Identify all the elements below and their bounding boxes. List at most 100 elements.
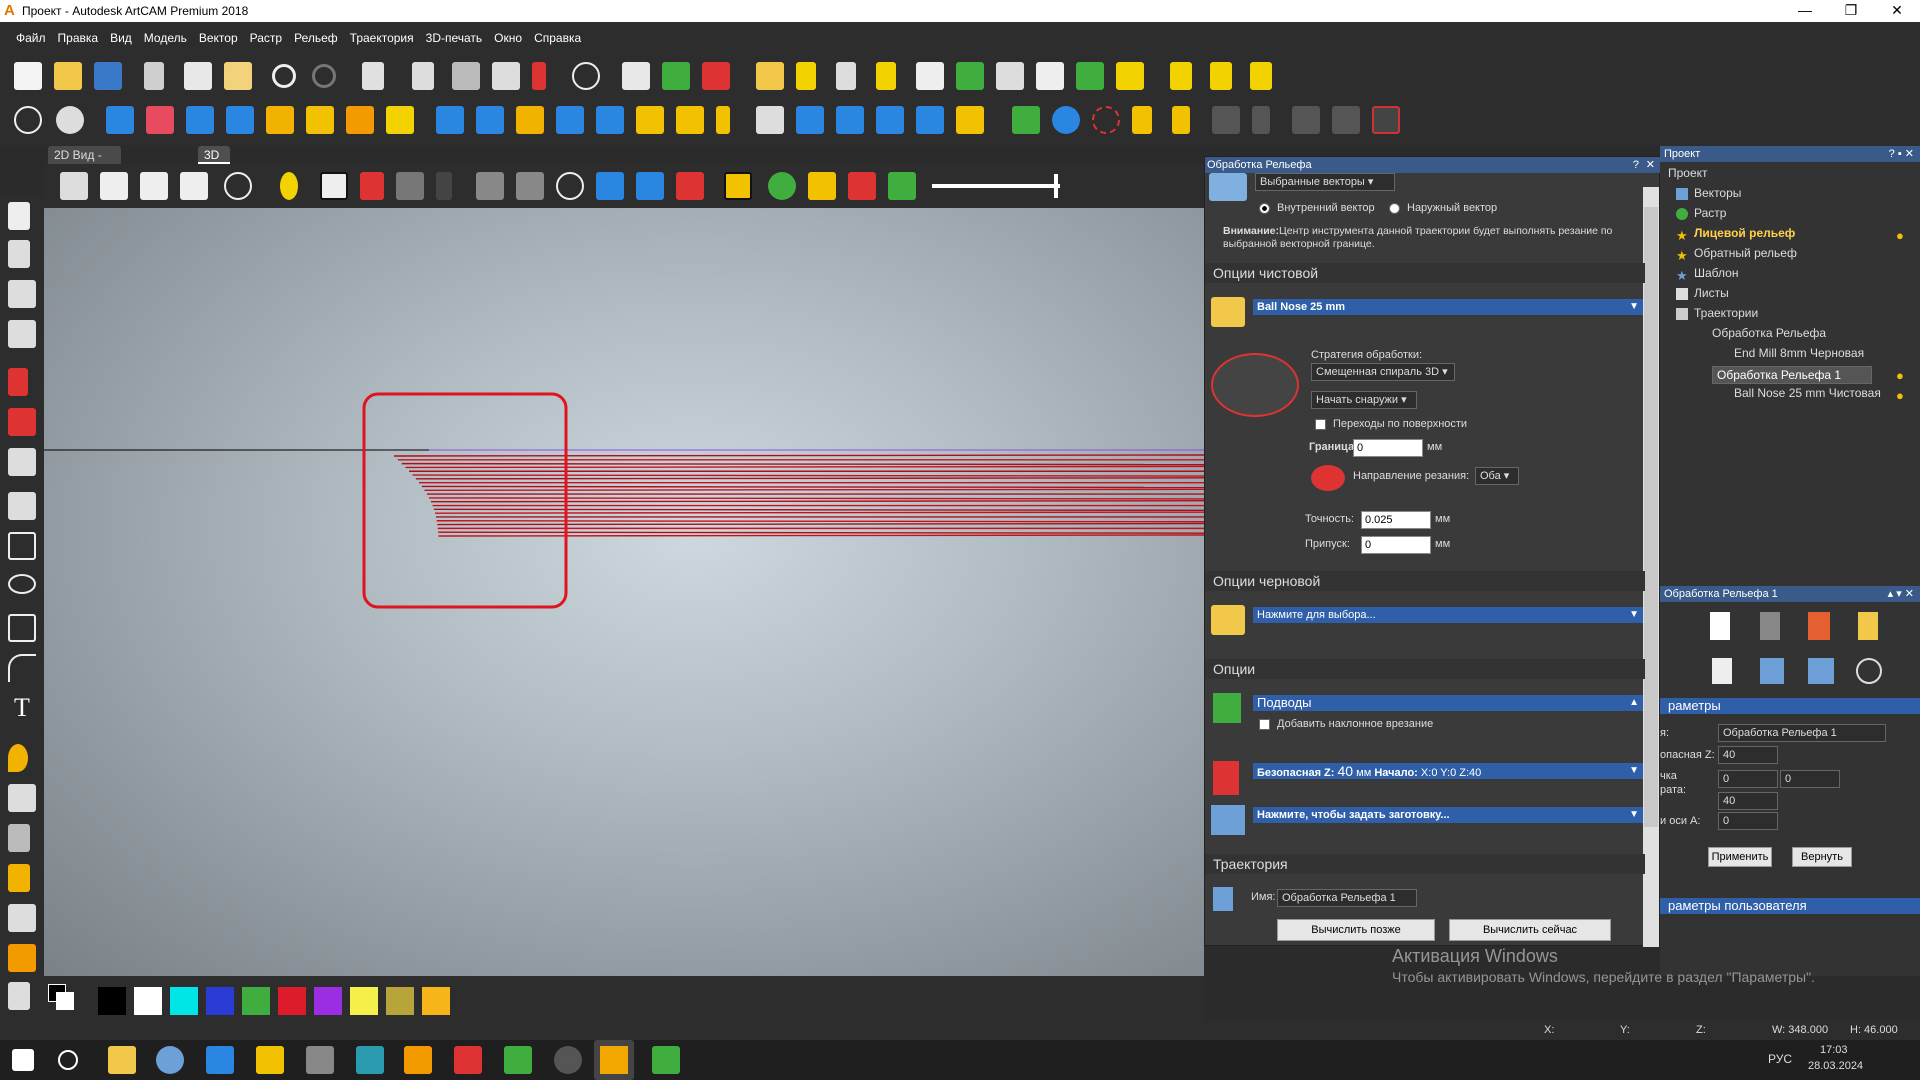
relief-point-icon[interactable] xyxy=(716,106,730,134)
color-swatch[interactable] xyxy=(134,987,162,1015)
tree-root[interactable]: Проект xyxy=(1668,166,1708,180)
excel-icon[interactable] xyxy=(1076,62,1104,90)
tree-sheets[interactable]: Листы xyxy=(1694,286,1729,300)
tree-relief-machining-1[interactable]: Обработка Рельефа 1 xyxy=(1712,366,1873,384)
relief-sculpt-icon[interactable] xyxy=(186,106,214,134)
transform-icon[interactable] xyxy=(8,280,36,308)
color-swatch[interactable] xyxy=(170,987,198,1015)
delete-icon[interactable] xyxy=(1808,612,1830,640)
background-color[interactable] xyxy=(56,992,74,1010)
plane-icon[interactable] xyxy=(320,172,348,200)
dialog-help-button[interactable]: ? xyxy=(1633,157,1639,173)
copy-icon[interactable] xyxy=(184,62,212,90)
relief-offset-icon[interactable] xyxy=(596,106,624,134)
relief-shape-icon[interactable] xyxy=(662,62,690,90)
calculator-app-icon[interactable] xyxy=(206,1046,234,1074)
close-button[interactable]: ✕ xyxy=(1874,0,1920,22)
wrap-icon[interactable] xyxy=(1132,106,1152,134)
relief-stack-icon[interactable] xyxy=(996,62,1024,90)
maximize-button[interactable]: ❐ xyxy=(1828,0,1874,22)
finish-tool-select[interactable]: Ball Nose 25 mm ▼ xyxy=(1253,299,1643,315)
text-tool-icon[interactable]: T xyxy=(8,694,36,722)
search-icon[interactable] xyxy=(58,1050,78,1070)
view-iso-icon[interactable] xyxy=(60,172,88,200)
relief-extrude-icon[interactable] xyxy=(306,106,334,134)
redo-icon[interactable] xyxy=(312,64,336,88)
layer-blue-icon[interactable] xyxy=(636,172,664,200)
color-swatch[interactable] xyxy=(98,987,126,1015)
view-top-icon[interactable] xyxy=(180,172,208,200)
outer-vector-radio[interactable] xyxy=(1389,203,1400,214)
pencil-icon[interactable] xyxy=(8,368,28,396)
zoom-icon[interactable] xyxy=(14,106,42,134)
menu-window[interactable]: Окно xyxy=(488,22,528,54)
brush-icon[interactable] xyxy=(8,864,30,892)
transform-path-icon[interactable] xyxy=(1856,658,1882,684)
axes-icon[interactable] xyxy=(360,172,384,200)
sculpt-hand-icon[interactable] xyxy=(8,784,36,812)
drop-icon[interactable] xyxy=(8,744,28,772)
grid-icon[interactable] xyxy=(8,320,36,348)
relief-tilt-icon[interactable] xyxy=(876,106,904,134)
3dsmax-icon[interactable] xyxy=(356,1046,384,1074)
measure-icon[interactable] xyxy=(572,62,600,90)
mesh-icon[interactable] xyxy=(476,172,504,200)
layer-yellow-icon[interactable] xyxy=(724,172,752,200)
app-icon[interactable] xyxy=(652,1046,680,1074)
add-relief-icon[interactable] xyxy=(1012,106,1040,134)
calculate-later-button[interactable]: Вычислить позже xyxy=(1277,919,1435,941)
tree-endmill[interactable]: End Mill 8mm Черновая xyxy=(1734,346,1864,360)
open-folder-icon[interactable] xyxy=(54,62,82,90)
cut-icon[interactable] xyxy=(144,62,164,90)
toolpath-show-icon[interactable] xyxy=(596,172,624,200)
tree-relief-machining[interactable]: Обработка Рельефа xyxy=(1712,326,1826,340)
output-icon[interactable] xyxy=(1808,658,1834,684)
menu-bitmap[interactable]: Растр xyxy=(244,22,288,54)
eraser-icon[interactable] xyxy=(8,904,36,932)
menu-help[interactable]: Справка xyxy=(528,22,587,54)
settings-icon[interactable] xyxy=(554,1046,582,1074)
color-swatch[interactable] xyxy=(206,987,234,1015)
prop-name-input[interactable]: Обработка Рельефа 1 xyxy=(1718,724,1886,742)
dialog-close-button[interactable]: ✕ xyxy=(1646,157,1655,173)
menu-3dprint[interactable]: 3D-печать xyxy=(420,22,489,54)
relief-plane-icon[interactable] xyxy=(436,106,464,134)
safe-z-select[interactable]: Безопасная Z: 40 мм Начало: X:0 Y:0 Z:40… xyxy=(1253,763,1643,779)
save-icon[interactable] xyxy=(94,62,122,90)
bend-icon[interactable] xyxy=(1172,106,1190,134)
rough-tool-select[interactable]: Нажмите для выбора... ▼ xyxy=(1253,607,1643,623)
prop-home-x-input[interactable]: 0 xyxy=(1718,770,1778,788)
simulate-path-icon[interactable] xyxy=(1760,658,1784,684)
relief-combine-icon[interactable] xyxy=(702,62,730,90)
relief-spin-icon[interactable] xyxy=(346,106,374,134)
vector-curve-icon[interactable] xyxy=(876,62,896,90)
rotate-icon[interactable] xyxy=(56,106,84,134)
view-side-icon[interactable] xyxy=(140,172,168,200)
paste-icon[interactable] xyxy=(224,62,252,90)
pen-icon[interactable] xyxy=(8,824,30,852)
shade-icon[interactable] xyxy=(396,172,424,200)
color-swatch[interactable] xyxy=(386,987,414,1015)
relief-merge-icon[interactable] xyxy=(556,106,584,134)
tree-bitmap[interactable]: Растр xyxy=(1694,206,1726,220)
menu-model[interactable]: Модель xyxy=(138,22,193,54)
prop-safez-input[interactable]: 40 xyxy=(1718,746,1778,764)
tile-icon[interactable] xyxy=(492,62,520,90)
relief-flip-icon[interactable] xyxy=(756,106,784,134)
ramp-checkbox[interactable] xyxy=(1259,719,1270,730)
rough-tool-folder-icon[interactable] xyxy=(1211,605,1245,635)
revert-button[interactable]: Вернуть xyxy=(1792,847,1852,867)
import-icon[interactable] xyxy=(756,62,784,90)
star-tool-icon[interactable] xyxy=(916,62,944,90)
select-arrow-icon[interactable] xyxy=(8,202,30,230)
color-swatch[interactable] xyxy=(278,987,306,1015)
tree-ballnose[interactable]: Ball Nose 25 mm Чистовая xyxy=(1734,386,1881,400)
app-icon[interactable] xyxy=(306,1046,334,1074)
explorer-icon[interactable] xyxy=(108,1046,136,1074)
nodes-icon[interactable] xyxy=(1170,62,1192,90)
view-front-icon[interactable] xyxy=(100,172,128,200)
relief-smooth-icon[interactable] xyxy=(226,106,254,134)
zoom-in-icon[interactable] xyxy=(224,172,252,200)
edit-icon[interactable] xyxy=(1858,612,1878,640)
notes-icon[interactable] xyxy=(1712,658,1732,684)
